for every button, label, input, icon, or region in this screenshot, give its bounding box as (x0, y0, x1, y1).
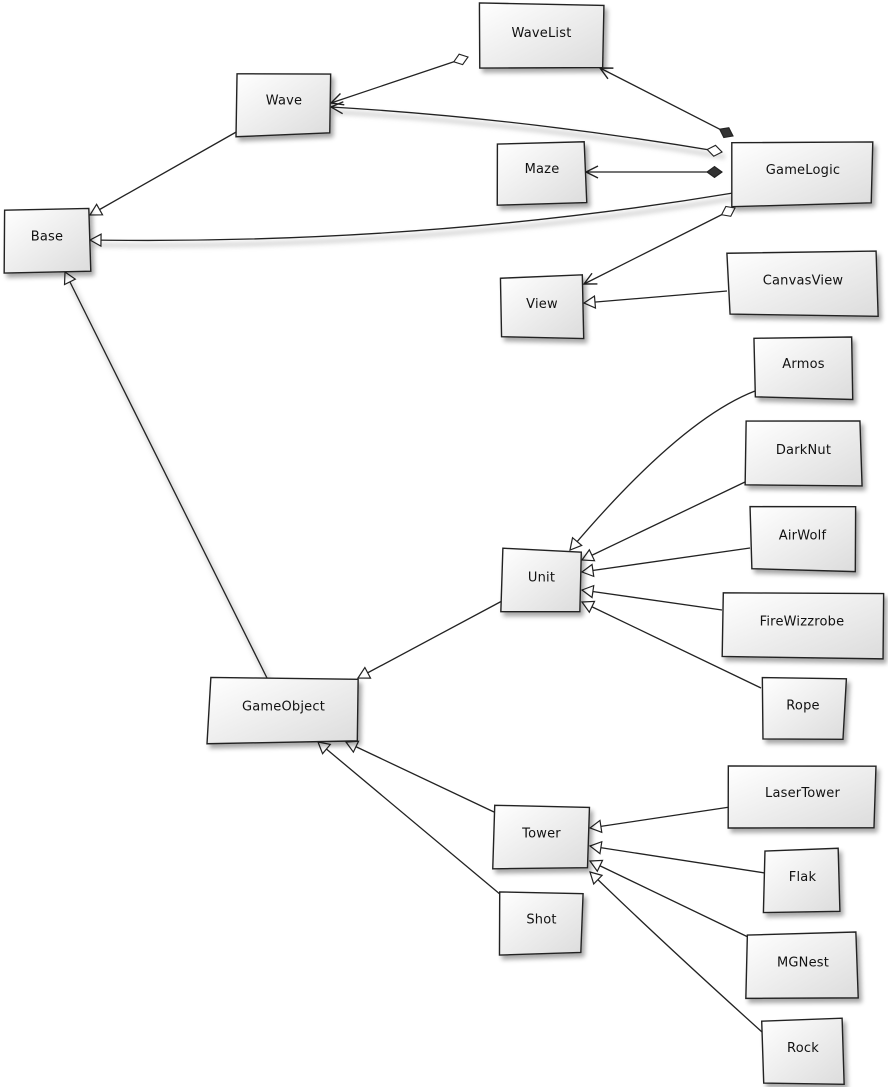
class-name-label: Rope (786, 699, 819, 714)
class-name-label: Armos (782, 357, 824, 372)
class-name-label: Rock (787, 1041, 819, 1056)
class-box-shot[interactable]: Shot (498, 891, 584, 956)
class-box-maze[interactable]: Maze (496, 141, 588, 206)
generalization-arrowhead-icon (317, 741, 332, 755)
class-box-airwolf[interactable]: AirWolf (749, 505, 857, 573)
class-box-lasertower[interactable]: LaserTower (727, 765, 877, 829)
relation-line (89, 130, 239, 216)
class-name-label: MGNest (777, 956, 829, 971)
aggregation-diamond-icon (452, 53, 469, 66)
generalization-arrowhead-icon (569, 536, 583, 551)
relation-gamelogic-to-maze (584, 165, 723, 179)
class-name-label: Tower (521, 827, 561, 842)
class-name-label: FireWizzrobe (760, 615, 845, 630)
class-box-base[interactable]: Base (3, 207, 92, 274)
relation-line (64, 271, 268, 679)
relation-canvasview-to-view (582, 290, 728, 310)
uml-class-diagram: WaveList Wave GameLogic Maze Base View CanvasV… (3, 2, 885, 1085)
classes-layer: WaveList Wave GameLogic Maze Base View CanvasV… (3, 2, 885, 1085)
class-box-armos[interactable]: Armos (753, 336, 854, 401)
relation-tower-to-gameobject (344, 740, 495, 813)
class-name-label: Wave (266, 94, 302, 109)
relation-mgnest-to-tower (588, 859, 749, 938)
relation-wavelist-to-wave (329, 53, 469, 106)
class-name-label: Unit (528, 571, 555, 586)
class-box-rock[interactable]: Rock (760, 1017, 845, 1085)
relation-line (581, 589, 723, 611)
class-name-label: WaveList (511, 26, 571, 41)
relation-line (345, 741, 495, 813)
generalization-arrowhead-icon (580, 563, 595, 578)
relation-gamelogic-to-base (88, 192, 737, 248)
class-name-label: GameLogic (766, 163, 840, 178)
relation-gamelogic-to-wavelist (598, 67, 734, 139)
class-box-firewizzrobe[interactable]: FireWizzrobe (721, 592, 885, 660)
relation-line (589, 860, 749, 938)
generalization-arrowhead-icon (588, 840, 603, 855)
relation-line (357, 600, 503, 679)
class-box-gamelogic[interactable]: GameLogic (731, 141, 874, 208)
relation-line (589, 871, 763, 1033)
relation-line (89, 192, 734, 242)
class-name-label: View (526, 297, 558, 312)
class-name-label: GameObject (242, 700, 325, 715)
generalization-arrowhead-icon (588, 819, 603, 834)
relation-firewizzrobe-to-unit (580, 584, 723, 611)
relation-line (589, 806, 731, 829)
relation-line (330, 56, 469, 104)
class-box-canvasview[interactable]: CanvasView (726, 250, 879, 318)
class-name-label: Flak (789, 870, 817, 885)
composition-diamond-icon (718, 127, 734, 139)
relation-line (581, 481, 746, 561)
relation-line (569, 390, 756, 551)
relation-line (583, 290, 728, 304)
relation-wave-to-base (88, 130, 239, 216)
class-box-unit[interactable]: Unit (500, 547, 583, 613)
class-name-label: Shot (526, 913, 556, 928)
relation-rock-to-tower (589, 871, 763, 1033)
class-name-label: CanvasView (763, 274, 844, 289)
class-name-label: DarkNut (776, 443, 831, 458)
class-box-flak[interactable]: Flak (762, 847, 841, 914)
relation-lasertower-to-tower (588, 806, 731, 834)
class-box-gameobject[interactable]: GameObject (206, 676, 359, 745)
class-box-tower[interactable]: Tower (492, 804, 591, 870)
relations-layer (63, 53, 766, 1033)
class-name-label: AirWolf (779, 529, 827, 544)
composition-diamond-icon (706, 165, 723, 179)
relation-line (599, 67, 734, 137)
relation-line (589, 845, 766, 874)
class-box-mgnest[interactable]: MGNest (745, 931, 859, 1000)
class-box-view[interactable]: View (499, 274, 585, 340)
class-box-wavelist[interactable]: WaveList (478, 2, 605, 69)
class-box-wave[interactable]: Wave (235, 73, 332, 138)
aggregation-diamond-icon (720, 205, 736, 217)
class-box-rope[interactable]: Rope (761, 676, 848, 741)
relation-flak-to-tower (588, 840, 766, 874)
relation-gameobject-to-base (63, 270, 273, 685)
relation-airwolf-to-unit (580, 547, 751, 578)
relation-armos-to-unit (569, 390, 756, 551)
relation-shot-to-gameobject (317, 741, 502, 896)
generalization-arrowhead-icon (582, 295, 597, 310)
class-name-label: Base (31, 230, 63, 245)
generalization-arrowhead-icon (580, 584, 595, 599)
class-box-darknut[interactable]: DarkNut (744, 420, 863, 487)
relation-line (317, 741, 502, 896)
relation-unit-to-gameobject (356, 600, 503, 679)
relation-shadow (92, 195, 737, 248)
class-name-label: LaserTower (765, 786, 840, 801)
class-name-label: Maze (525, 162, 560, 177)
relation-darknut-to-unit (580, 481, 746, 562)
relation-line (581, 547, 751, 573)
